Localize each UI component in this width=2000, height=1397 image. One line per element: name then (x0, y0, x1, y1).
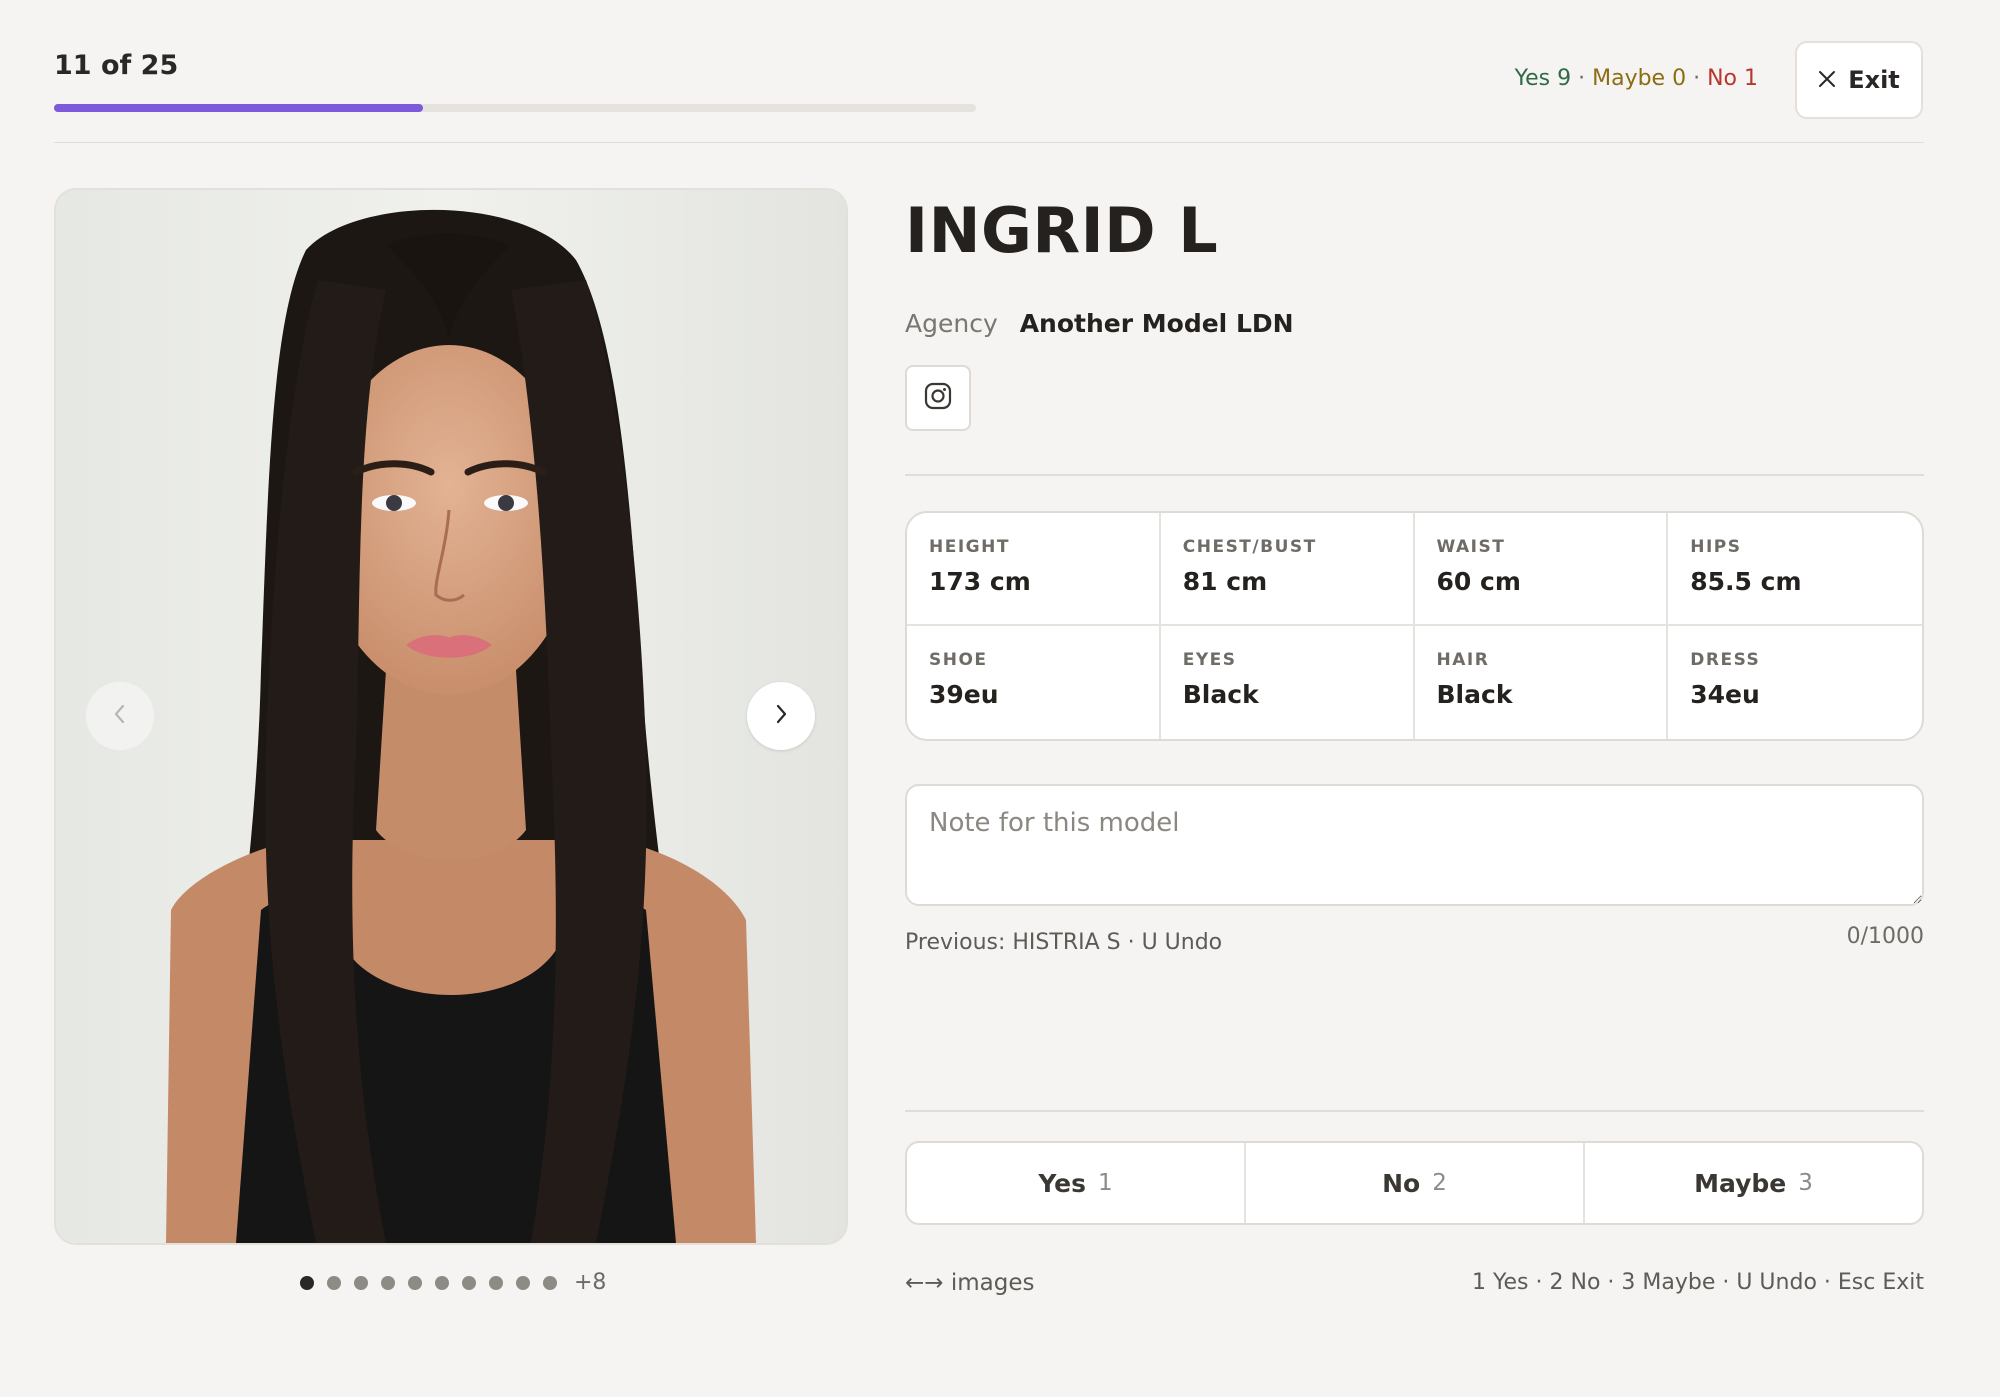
agency-row: Agency Another Model LDN (905, 309, 1294, 338)
pagination-dot[interactable] (516, 1275, 530, 1290)
image-pagination: +8 (300, 1270, 606, 1295)
previous-image-button[interactable] (86, 682, 154, 750)
stat-label: DRESS (1690, 650, 1761, 670)
no-button[interactable]: No 2 (1246, 1143, 1585, 1223)
pagination-dot[interactable] (489, 1275, 503, 1290)
chevron-right-icon (773, 703, 789, 729)
stat-label: WAIST (1436, 537, 1506, 557)
stat-label: SHOE (929, 650, 988, 670)
model-name: INGRID L (905, 194, 1219, 267)
decision-label: Yes (1038, 1168, 1086, 1198)
close-icon (1818, 66, 1836, 94)
model-photo (54, 188, 848, 1245)
model-portrait-illustration (56, 190, 846, 1243)
header-divider (54, 142, 1924, 143)
stat-eyes: EYES Black (1161, 626, 1415, 739)
pagination-dot[interactable] (327, 1275, 341, 1290)
actions-divider (905, 1110, 1924, 1112)
chevron-left-icon (112, 703, 128, 729)
shortcut-key: 3 (1798, 1170, 1813, 1196)
decision-buttons: Yes 1 No 2 Maybe 3 (905, 1141, 1924, 1225)
details-divider (905, 474, 1924, 476)
measurements-grid: HEIGHT 173 cm CHEST/BUST 81 cm WAIST 60 … (905, 511, 1924, 741)
instagram-icon (924, 382, 952, 414)
model-note-input[interactable] (905, 784, 1924, 906)
stat-label: EYES (1182, 650, 1237, 670)
images-shortcut-hint: ←→ images (905, 1270, 1035, 1296)
pagination-dot[interactable] (435, 1275, 449, 1290)
stat-value: 85.5 cm (1690, 567, 1802, 596)
stat-value: 81 cm (1182, 567, 1268, 596)
pagination-dot[interactable] (381, 1275, 395, 1290)
decision-tally: Yes 9 · Maybe 0 · No 1 (1515, 66, 1758, 91)
agency-label: Agency (905, 309, 998, 338)
stat-value: 39eu (929, 680, 999, 709)
decision-label: Maybe (1694, 1168, 1787, 1198)
stat-value: Black (1436, 680, 1513, 709)
decision-label: No (1382, 1168, 1421, 1198)
note-char-count: 0/1000 (1846, 924, 1924, 949)
stat-dress: DRESS 34eu (1668, 626, 1922, 739)
pagination-dot[interactable] (408, 1275, 422, 1290)
pagination-dot[interactable] (354, 1275, 368, 1290)
stat-label: HAIR (1436, 650, 1490, 670)
pagination-dot[interactable] (300, 1275, 314, 1290)
stat-waist: WAIST 60 cm (1414, 513, 1669, 626)
exit-button[interactable]: Exit (1795, 41, 1923, 119)
stat-shoe: SHOE 39eu (907, 626, 1161, 739)
shortcut-key: 1 (1098, 1170, 1113, 1196)
tally-maybe: Maybe 0 (1592, 66, 1687, 91)
review-counter: 11 of 25 (54, 50, 179, 81)
tally-separator: · (1686, 66, 1708, 91)
previous-model-undo[interactable]: Previous: HISTRIA S · U Undo (905, 930, 1222, 955)
pagination-dot[interactable] (462, 1275, 476, 1290)
tally-no: No 1 (1707, 66, 1758, 91)
tally-yes: Yes 9 (1514, 66, 1572, 91)
stat-hips: HIPS 85.5 cm (1668, 513, 1922, 626)
stat-value: Black (1182, 680, 1259, 709)
maybe-button[interactable]: Maybe 3 (1585, 1143, 1922, 1223)
stat-value: 60 cm (1436, 567, 1521, 596)
stat-value: 34eu (1690, 680, 1760, 709)
stat-height: HEIGHT 173 cm (907, 513, 1161, 626)
stat-chest-bust: CHEST/BUST 81 cm (1160, 513, 1415, 626)
exit-label: Exit (1848, 66, 1900, 94)
tally-separator: · (1571, 66, 1593, 91)
next-image-button[interactable] (747, 682, 815, 750)
stat-hair: HAIR Black (1415, 626, 1669, 739)
progress-bar (54, 104, 976, 112)
shortcut-key: 2 (1432, 1170, 1447, 1196)
progress-bar-fill (54, 104, 423, 112)
stat-label: HIPS (1690, 537, 1742, 557)
keyboard-shortcuts-hint: 1 Yes · 2 No · 3 Maybe · U Undo · Esc Ex… (1472, 1270, 1924, 1295)
more-images-count: +8 (574, 1270, 607, 1295)
stat-label: HEIGHT (929, 537, 1010, 557)
stat-label: CHEST/BUST (1182, 537, 1317, 557)
agency-name: Another Model LDN (1019, 309, 1294, 338)
yes-button[interactable]: Yes 1 (907, 1143, 1246, 1223)
pagination-dot[interactable] (543, 1275, 557, 1290)
stat-value: 173 cm (929, 567, 1031, 596)
instagram-button[interactable] (905, 365, 971, 431)
